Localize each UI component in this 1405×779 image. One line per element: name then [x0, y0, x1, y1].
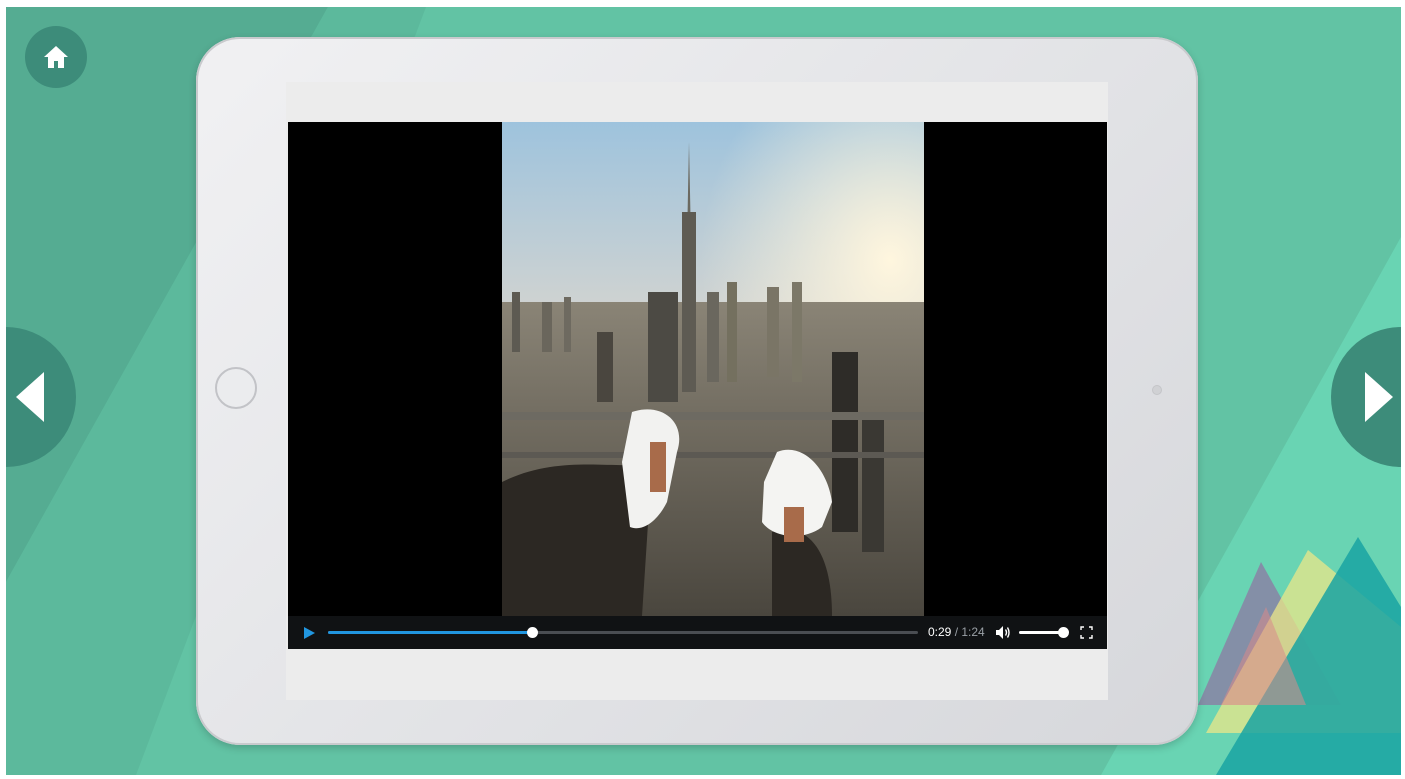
progress-bar[interactable] — [328, 627, 918, 638]
volume-icon[interactable] — [995, 625, 1011, 640]
time-separator: / — [951, 625, 962, 639]
tablet-screen: 0:29 / 1:24 — [286, 82, 1108, 700]
fullscreen-icon[interactable] — [1080, 626, 1093, 639]
volume-slider[interactable] — [1019, 627, 1069, 638]
chevron-left-icon — [16, 372, 44, 422]
time-display: 0:29 / 1:24 — [928, 625, 985, 639]
tablet-camera — [1152, 385, 1162, 395]
progress-fill — [328, 631, 532, 634]
chevron-right-icon — [1365, 372, 1393, 422]
current-time: 0:29 — [928, 625, 952, 639]
city-skyline-image — [502, 122, 924, 616]
home-icon — [44, 46, 68, 68]
video-player[interactable]: 0:29 / 1:24 — [288, 122, 1107, 649]
tablet-home-button — [215, 367, 257, 409]
tablet-frame: 0:29 / 1:24 — [196, 37, 1198, 745]
video-controls-bar: 0:29 / 1:24 — [288, 616, 1107, 649]
progress-thumb[interactable] — [526, 627, 538, 638]
play-icon[interactable] — [302, 626, 316, 640]
home-button[interactable] — [25, 26, 87, 88]
video-still-image[interactable] — [502, 122, 924, 616]
duration: 1:24 — [961, 625, 985, 639]
volume-thumb[interactable] — [1058, 627, 1069, 638]
slide-stage: 0:29 / 1:24 — [6, 7, 1401, 775]
